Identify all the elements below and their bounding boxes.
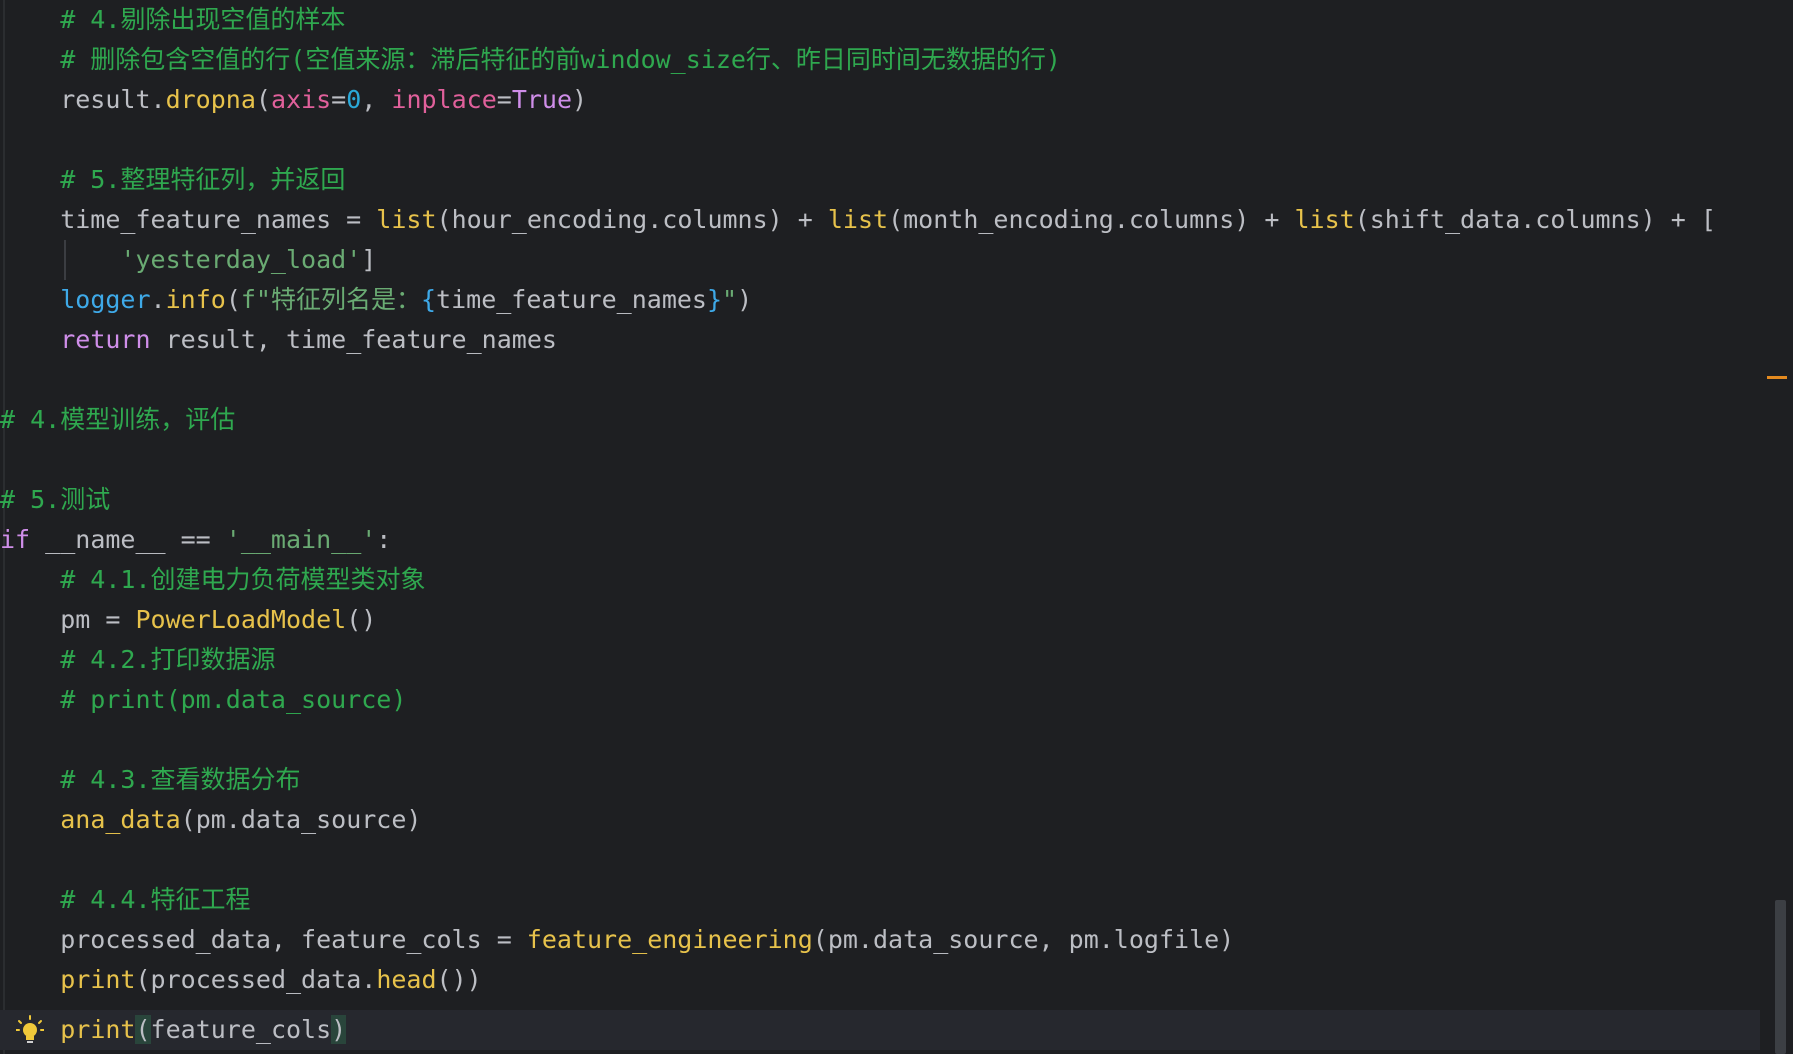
scrollbar-thumb[interactable]: [1775, 900, 1786, 1054]
keyword-argument: inplace: [391, 85, 497, 114]
builtin-function: list: [376, 205, 437, 234]
code-text: (pm.data_source): [180, 805, 422, 834]
punctuation: :: [376, 525, 392, 554]
code-text: (processed_data.: [135, 965, 377, 994]
builtin-function: print: [60, 1015, 136, 1044]
code-text: processed_data, feature_cols =: [0, 925, 527, 954]
operator: =: [331, 85, 347, 114]
punctuation: ): [572, 85, 588, 114]
code-text: (hour_encoding.columns) +: [436, 205, 828, 234]
code-text: feature_cols: [150, 1015, 332, 1044]
vertical-scrollbar[interactable]: [1773, 0, 1787, 1054]
punctuation: (): [346, 605, 377, 634]
code-line-11[interactable]: # 4.模型训练，评估: [0, 400, 1760, 440]
code-text: (shift_data.columns) + [: [1354, 205, 1716, 234]
comment: # 4.剔除出现空值的样本: [0, 5, 346, 34]
code-line-15[interactable]: # 4.1.创建电力负荷模型类对象: [0, 560, 1760, 600]
module-name: logger: [60, 285, 151, 314]
code-line-26-current[interactable]: print(feature_cols): [0, 1010, 1760, 1050]
code-text: (month_encoding.columns) +: [888, 205, 1295, 234]
builtin-function: list: [1294, 205, 1355, 234]
string-literal: 'yesterday_load': [120, 245, 362, 274]
method-name: dropna: [165, 85, 256, 114]
code-text: result, time_feature_names: [150, 325, 557, 354]
punctuation: ]: [361, 245, 377, 274]
code-line-24[interactable]: processed_data, feature_cols = feature_e…: [0, 920, 1760, 960]
fstring-literal: f"特征列名是：: [240, 285, 421, 314]
number-literal: 0: [346, 85, 362, 114]
comment: # 4.1.创建电力负荷模型类对象: [0, 565, 426, 594]
code-editor[interactable]: # 4.剔除出现空值的样本 # 删除包含空值的行(空值来源：滞后特征的前wind…: [0, 0, 1793, 1054]
code-line-3[interactable]: result.dropna(axis=0, inplace=True): [0, 80, 1760, 120]
punctuation: (: [225, 285, 241, 314]
code-line-6[interactable]: time_feature_names = list(hour_encoding.…: [0, 200, 1760, 240]
code-line-14[interactable]: if __name__ == '__main__':: [0, 520, 1760, 560]
code-line-17[interactable]: # 4.2.打印数据源: [0, 640, 1760, 680]
code-line-2[interactable]: # 删除包含空值的行(空值来源：滞后特征的前window_size行、昨日同时间…: [0, 40, 1760, 80]
code-line-8[interactable]: logger.info(f"特征列名是：{time_feature_names}…: [0, 280, 1760, 320]
comment: # 删除包含空值的行(空值来源：滞后特征的前window_size行、昨日同时间…: [0, 45, 1061, 74]
builtin-function: list: [827, 205, 889, 234]
code-line-25[interactable]: print(processed_data.head()): [0, 960, 1760, 1000]
builtin-function: print: [60, 965, 136, 994]
fstring-literal: ": [722, 285, 738, 314]
code-line-18[interactable]: # print(pm.data_source): [0, 680, 1760, 720]
boolean-literal: True: [511, 85, 573, 114]
punctuation: .: [150, 285, 166, 314]
code-area[interactable]: # 4.剔除出现空值的样本 # 删除包含空值的行(空值来源：滞后特征的前wind…: [0, 0, 1760, 1054]
comment: # 5.测试: [0, 485, 111, 514]
punctuation: ,: [361, 85, 392, 114]
code-line-16[interactable]: pm = PowerLoadModel(): [0, 600, 1760, 640]
code-line-21[interactable]: ana_data(pm.data_source): [0, 800, 1760, 840]
code-line-5[interactable]: # 5.整理特征列，并返回: [0, 160, 1760, 200]
code-line-20[interactable]: # 4.3.查看数据分布: [0, 760, 1760, 800]
code-text: result.: [0, 85, 166, 114]
string-literal: '__main__': [225, 525, 377, 554]
fstring-brace: }: [706, 285, 723, 314]
matched-paren: (: [135, 1015, 151, 1044]
warning-marker[interactable]: [1767, 376, 1787, 379]
fstring-brace: {: [420, 285, 437, 314]
comment: # 4.3.查看数据分布: [0, 765, 301, 794]
code-text: ()): [436, 965, 482, 994]
code-text: pm =: [0, 605, 136, 634]
code-line-1[interactable]: # 4.剔除出现空值的样本: [0, 0, 1760, 40]
code-text: __name__ ==: [30, 525, 226, 554]
punctuation: ): [737, 285, 753, 314]
comment: # 4.2.打印数据源: [0, 645, 276, 674]
comment: # print(pm.data_source): [0, 685, 407, 714]
comment: # 4.4.特征工程: [0, 885, 251, 914]
punctuation: (: [255, 85, 271, 114]
code-text: time_feature_names =: [0, 205, 377, 234]
code-line-23[interactable]: # 4.4.特征工程: [0, 880, 1760, 920]
code-text: (pm.data_source, pm.logfile): [812, 925, 1235, 954]
code-line-7[interactable]: 'yesterday_load']: [0, 240, 1760, 280]
comment: # 5.整理特征列，并返回: [0, 165, 346, 194]
fstring-expression: time_feature_names: [436, 285, 707, 314]
method-name: info: [165, 285, 226, 314]
code-line-9[interactable]: return result, time_feature_names: [0, 320, 1760, 360]
comment: # 4.模型训练，评估: [0, 405, 236, 434]
method-name: head: [376, 965, 437, 994]
keyword: if: [0, 525, 31, 554]
lightbulb-icon[interactable]: [15, 1015, 45, 1047]
code-line-13[interactable]: # 5.测试: [0, 480, 1760, 520]
operator: =: [496, 85, 512, 114]
keyword: return: [60, 325, 151, 354]
matched-paren: ): [331, 1015, 347, 1044]
class-name: PowerLoadModel: [135, 605, 347, 634]
function-name: feature_engineering: [526, 925, 813, 954]
keyword-argument: axis: [270, 85, 332, 114]
function-name: ana_data: [60, 805, 181, 834]
